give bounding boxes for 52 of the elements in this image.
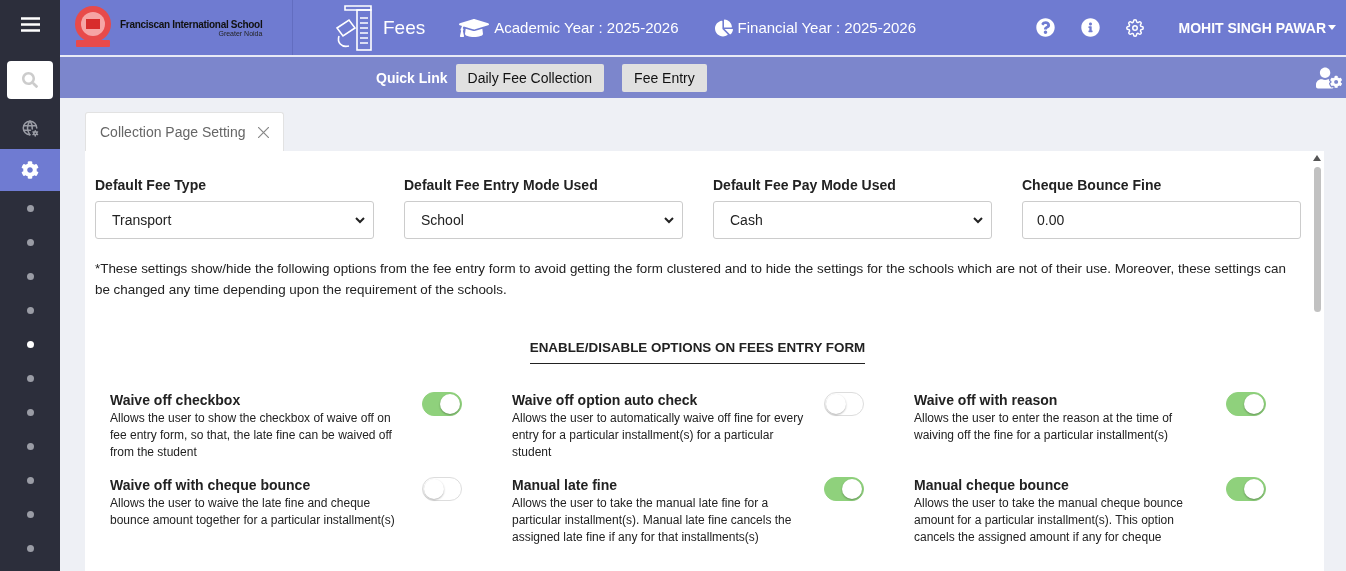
- financial-year: Financial Year : 2025-2026: [737, 19, 917, 36]
- field-label: Default Fee Pay Mode Used: [713, 177, 897, 193]
- search-icon: [22, 72, 38, 88]
- option-description: Allows the user to waive the late fine and cheque bounce amount together for a particular installment(s): [110, 495, 396, 529]
- option-title: Waive off with cheque bounce: [110, 477, 312, 493]
- user-menu[interactable]: MOHIT SINGH PAWAR: [1178, 19, 1336, 36]
- select-field[interactable]: Transport: [95, 201, 374, 239]
- option-title: Waive off with reason: [914, 392, 1059, 408]
- chevron-down-icon: [973, 216, 983, 224]
- option-description: Allows the user to enter the reason at the time of waiving off the fine for a particular installment(s): [914, 410, 1174, 444]
- note-text: *These settings show/hide the following options from the fee entry form to avoid getting the form clustered and to hide the settings for the schools which are not of their use. Moreover, these settings can be changed any time depending upon the requirement of the schools.: [95, 260, 1287, 299]
- field-label: Cheque Bounce Fine: [1022, 177, 1163, 193]
- chevron-down-icon: [664, 216, 674, 224]
- option-description: Allows the user to automatically waive off fine for every entry for a particular installment(s) for a particular student: [512, 410, 804, 461]
- module-title: Fees: [383, 16, 426, 39]
- scrollbar-thumb[interactable]: [1313, 167, 1321, 312]
- school-name: Franciscan International School: [120, 18, 263, 30]
- settings-icon[interactable]: [0, 149, 60, 191]
- input-field[interactable]: 0.00: [1022, 201, 1301, 239]
- option-title: Waive off checkbox: [110, 392, 242, 408]
- toggle-switch[interactable]: [422, 392, 462, 416]
- toggle-switch[interactable]: [824, 392, 864, 416]
- toggle-switch[interactable]: [1226, 477, 1266, 501]
- option-description: Allows the user to take the manual late fine for a particular installment(s). Manual late fine cancels the assigned late fine if any for that installments(s): [512, 495, 793, 546]
- caret-icon: [1328, 25, 1336, 30]
- quick-link-button[interactable]: Daily Fee Collection: [455, 63, 605, 92]
- quick-link-label: Quick Link: [376, 69, 448, 86]
- option-description: Allows the user to show the checkbox of waive off on fee entry form, so that, the late fine can be waived off from the student: [110, 410, 393, 461]
- quick-link-button[interactable]: Fee Entry: [622, 63, 707, 92]
- select-field[interactable]: Cash: [713, 201, 992, 239]
- help-icon[interactable]: [1036, 18, 1056, 37]
- scroll-up-icon[interactable]: [1313, 155, 1321, 161]
- close-icon[interactable]: [257, 126, 269, 138]
- section-title: ENABLE/DISABLE OPTIONS ON FEES ENTRY FORM: [529, 340, 866, 364]
- select-field[interactable]: School: [404, 201, 683, 239]
- pie-chart-icon: [714, 18, 733, 37]
- info-icon[interactable]: [1081, 18, 1101, 37]
- option-title: Manual late fine: [512, 477, 619, 493]
- chevron-down-icon: [355, 216, 365, 224]
- settings-icon[interactable]: [1126, 18, 1145, 37]
- toggle-switch[interactable]: [422, 477, 462, 501]
- field-label: Default Fee Entry Mode Used: [404, 177, 599, 193]
- field-label: Default Fee Type: [95, 177, 207, 193]
- tab[interactable]: Collection Page Setting: [85, 112, 284, 151]
- search-button[interactable]: [7, 61, 53, 99]
- toggle-switch[interactable]: [1226, 392, 1266, 416]
- toggle-switch[interactable]: [824, 477, 864, 501]
- academic-year: Academic Year : 2025-2026: [494, 19, 679, 36]
- menu-icon: [20, 16, 40, 32]
- option-description: Allows the user to take the manual cheque bounce amount for a particular installment(s). This option cancels the assigned amount if any for cheque: [914, 495, 1184, 546]
- option-title: Manual cheque bounce: [914, 477, 1070, 493]
- option-title: Waive off option auto check: [512, 392, 699, 408]
